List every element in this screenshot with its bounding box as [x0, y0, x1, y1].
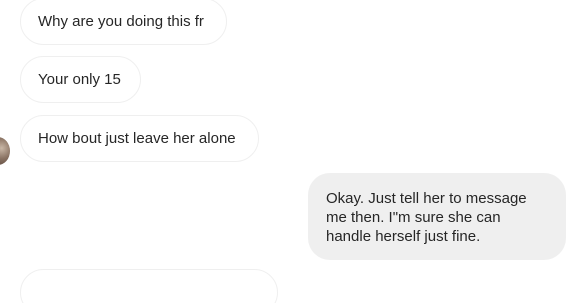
outgoing-message[interactable]: Okay. Just tell her to message me then. …: [308, 173, 566, 260]
message-text: Why are you doing this fr: [38, 13, 204, 30]
incoming-message[interactable]: Your only 15: [20, 56, 141, 103]
message-thread: Why are you doing this fr Your only 15 H…: [0, 0, 567, 303]
message-text-line: Okay. Just tell her to message: [326, 190, 527, 207]
message-text-line: handle herself just fine.: [326, 228, 481, 245]
incoming-message[interactable]: Why are you doing this fr: [20, 0, 227, 45]
incoming-message[interactable]: How bout just leave her alone: [20, 115, 259, 162]
message-text-line: me then. I"m sure she can: [326, 209, 501, 226]
message-text: Your only 15: [38, 71, 121, 88]
incoming-message[interactable]: [20, 269, 278, 303]
sender-avatar[interactable]: [0, 137, 10, 165]
message-text: How bout just leave her alone: [38, 130, 236, 147]
